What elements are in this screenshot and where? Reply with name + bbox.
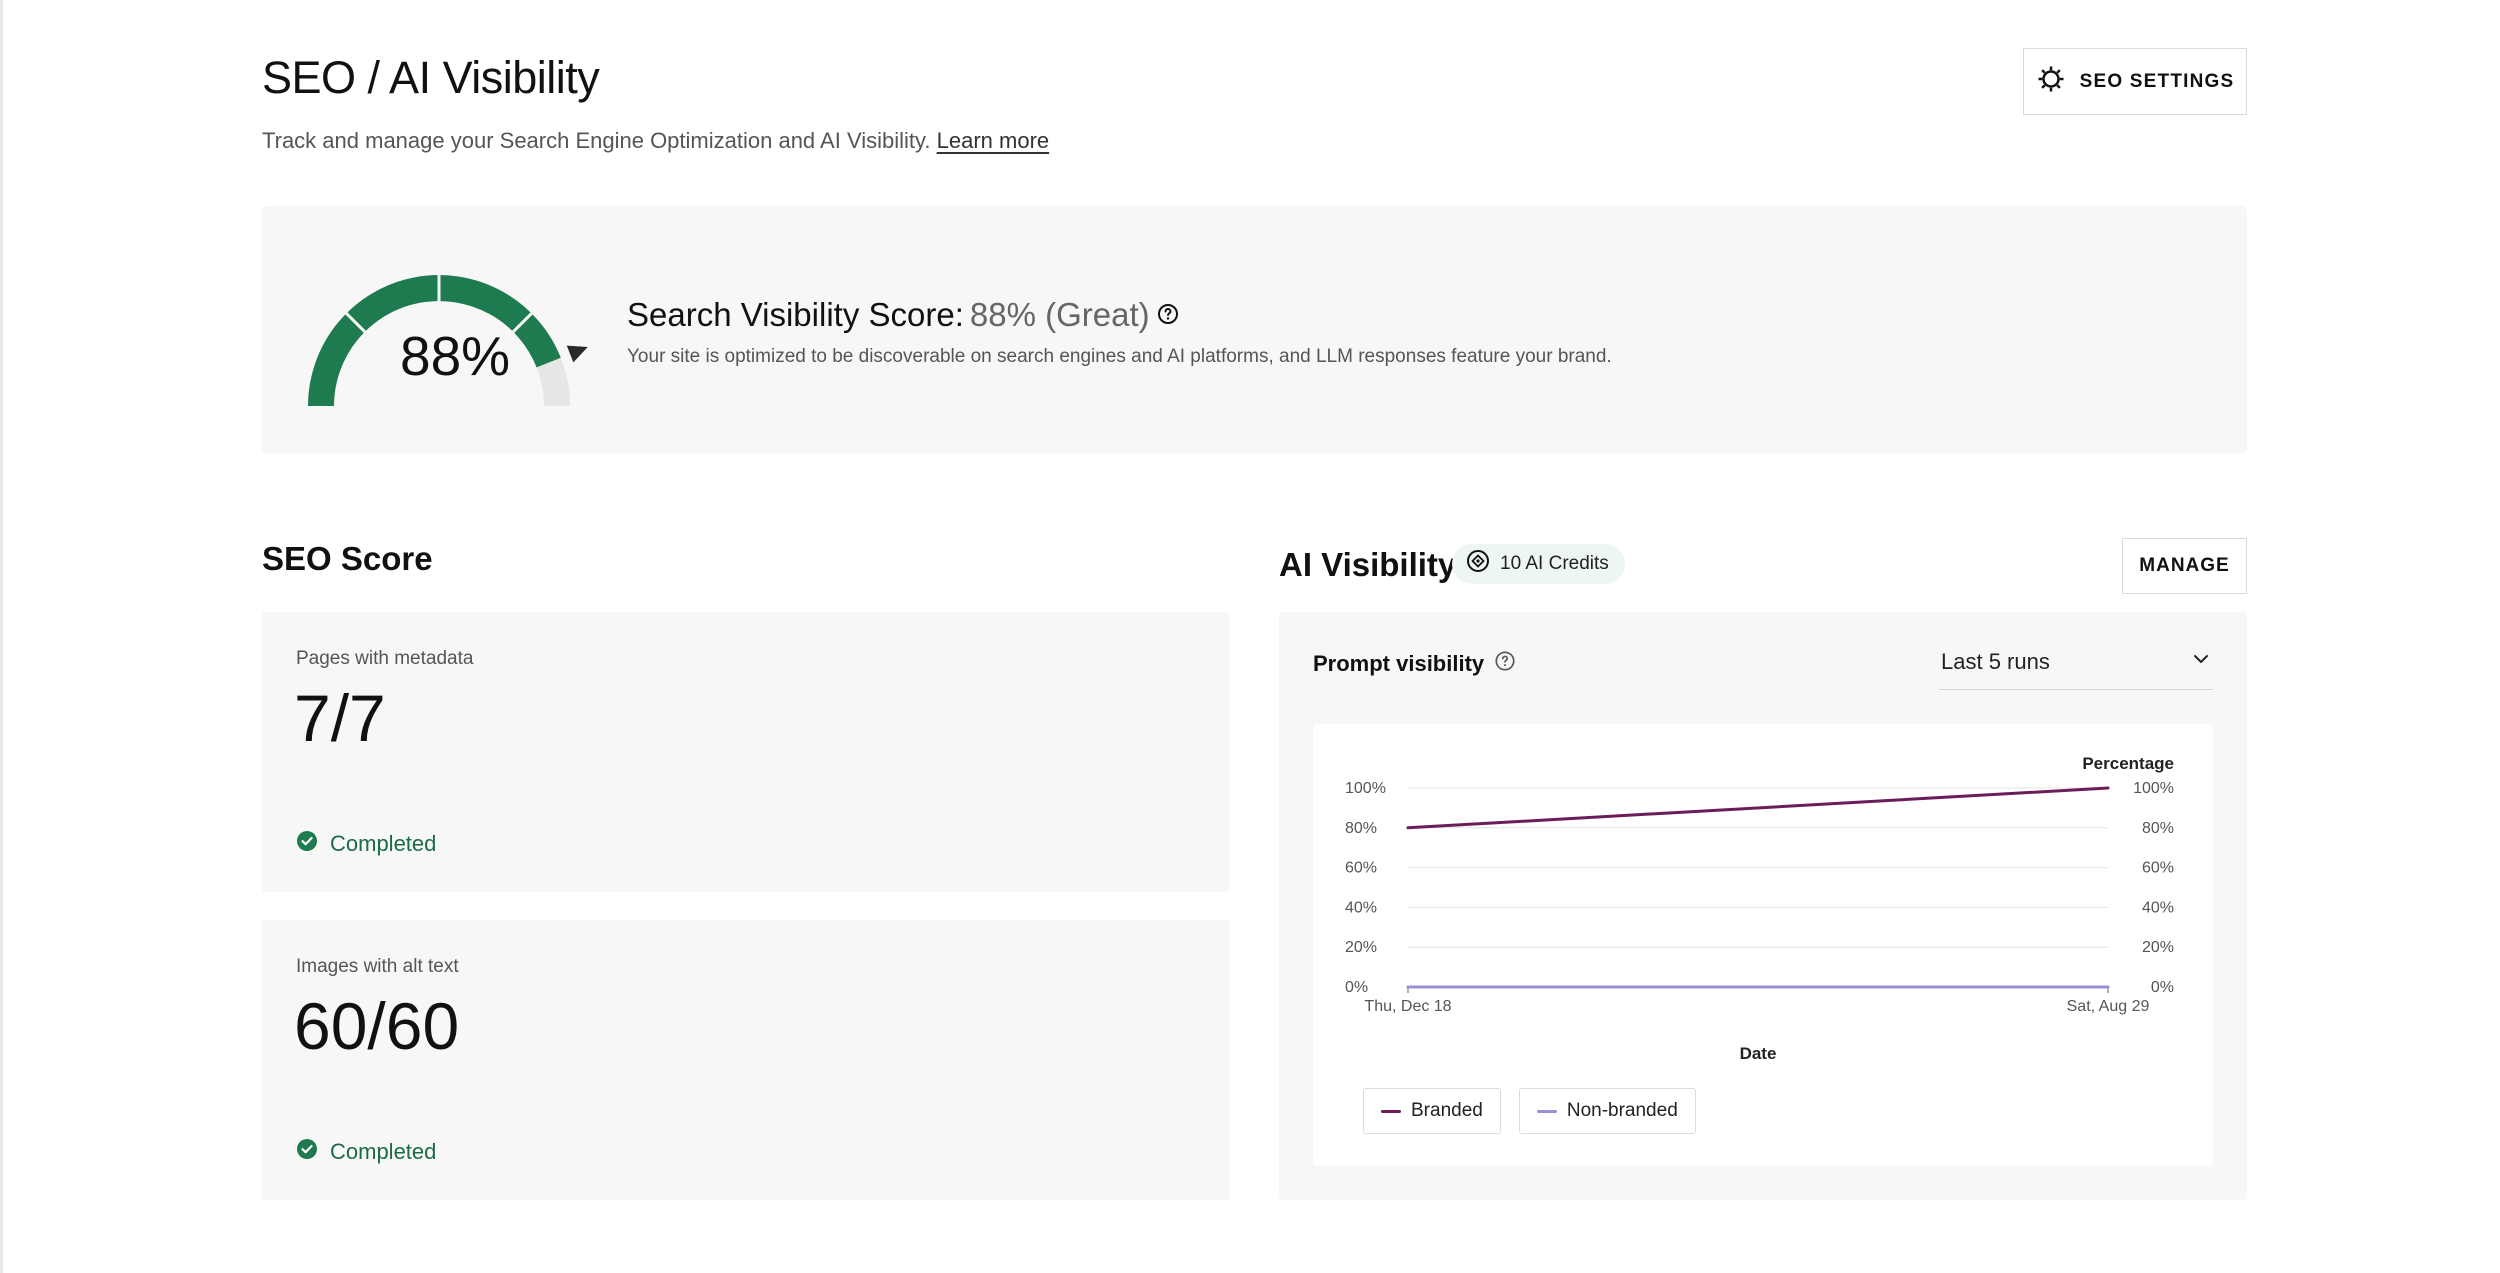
gauge-marker-icon <box>566 345 588 363</box>
search-visibility-card: 88% Search Visibility Score: 88% (Great)… <box>262 206 2247 454</box>
y-tick-label-right: 60% <box>2142 860 2174 877</box>
check-circle-icon <box>296 1138 318 1166</box>
runs-select[interactable]: Last 5 runs <box>1939 634 2213 690</box>
legend-item[interactable]: Non-branded <box>1518 1088 1696 1134</box>
y-tick-label-right: 40% <box>2142 899 2174 916</box>
score-heading: Search Visibility Score: 88% (Great) <box>627 296 1180 334</box>
page-content: SEO / AI Visibility Track and manage you… <box>262 0 2247 1273</box>
page-subtitle-text: Track and manage your Search Engine Opti… <box>262 128 931 153</box>
metric-value: 60/60 <box>294 989 460 1063</box>
y-tick-label-left: 40% <box>1345 899 1377 916</box>
y-axis-label: Percentage <box>2082 754 2174 773</box>
y-tick-label-right: 20% <box>2142 939 2174 956</box>
y-tick-label-left: 60% <box>1345 860 1377 877</box>
help-icon[interactable] <box>1494 650 1516 678</box>
metric-label: Pages with metadata <box>296 648 474 669</box>
runs-select-value: Last 5 runs <box>1941 648 2050 674</box>
y-tick-label-left: 100% <box>1345 780 1386 797</box>
metric-status-label: Completed <box>330 1139 437 1164</box>
check-circle-icon <box>296 830 318 858</box>
ai-visibility-title: AI Visibility <box>1279 546 1457 583</box>
metric-status: Completed <box>296 1138 436 1166</box>
score-heading-value: 88% (Great) <box>969 296 1150 333</box>
metadata-metric-card: Pages with metadata 7/7 Completed <box>262 612 1230 892</box>
legend-label: Branded <box>1411 1100 1483 1121</box>
x-tick-label: Thu, Dec 18 <box>1364 998 1451 1015</box>
score-heading-label: Search Visibility Score: <box>627 296 964 333</box>
series-line-branded <box>1406 786 2110 830</box>
seo-settings-label: SEO SETTINGS <box>2079 70 2235 92</box>
y-tick-label-right: 80% <box>2142 820 2174 837</box>
prompt-visibility-text: Prompt visibility <box>1313 651 1485 676</box>
legend-swatch <box>1381 1109 1401 1113</box>
credits-icon <box>1466 549 1490 579</box>
help-icon[interactable] <box>1156 296 1180 334</box>
prompt-visibility-chart: 0% 0% 20% 20% 40% 40% 60% 60% 80% 80% 100% 100% Thu,… <box>1313 724 2213 1166</box>
x-tick-label: Sat, Aug 29 <box>2067 998 2150 1015</box>
metric-label: Images with alt text <box>296 956 459 977</box>
legend-label: Non-branded <box>1566 1100 1678 1121</box>
legend-item[interactable]: Branded <box>1363 1088 1501 1134</box>
learn-more-link[interactable]: Learn more <box>937 128 1050 153</box>
gear-icon <box>2036 64 2066 99</box>
x-axis-label: Date <box>1740 1044 1777 1063</box>
ai-credits-label: 10 AI Credits <box>1500 553 1609 574</box>
y-tick-label-right: 100% <box>2133 780 2174 797</box>
metric-status: Completed <box>296 830 436 858</box>
y-tick-label-right: 0% <box>2151 979 2174 996</box>
seo-settings-button[interactable]: SEO SETTINGS <box>2023 48 2247 115</box>
page-subtitle: Track and manage your Search Engine Opti… <box>262 128 1049 154</box>
chart-legend: Branded Non-branded <box>1363 1088 1696 1134</box>
manage-button[interactable]: MANAGE <box>2122 538 2247 594</box>
seo-score-title: SEO Score <box>262 540 433 577</box>
metric-value: 7/7 <box>294 681 386 755</box>
y-tick-label-left: 0% <box>1345 979 1368 996</box>
prompt-visibility-card: Prompt visibility Last 5 runs 0% 0% 20% 20%… <box>1279 612 2247 1200</box>
y-tick-label-left: 20% <box>1345 939 1377 956</box>
alt-text-metric-card: Images with alt text 60/60 Completed <box>262 920 1230 1200</box>
metric-status-label: Completed <box>330 831 437 856</box>
prompt-visibility-label: Prompt visibility <box>1313 650 1516 678</box>
score-description: Your site is optimized to be discoverabl… <box>627 346 1612 367</box>
legend-swatch <box>1536 1109 1557 1113</box>
chevron-down-icon <box>2191 649 2211 675</box>
left-border <box>0 0 3 1273</box>
ai-credits-badge: 10 AI Credits <box>1452 544 1625 584</box>
page-title: SEO / AI Visibility <box>262 52 600 103</box>
y-tick-label-left: 80% <box>1345 820 1377 837</box>
gauge-value: 88% <box>400 325 511 387</box>
